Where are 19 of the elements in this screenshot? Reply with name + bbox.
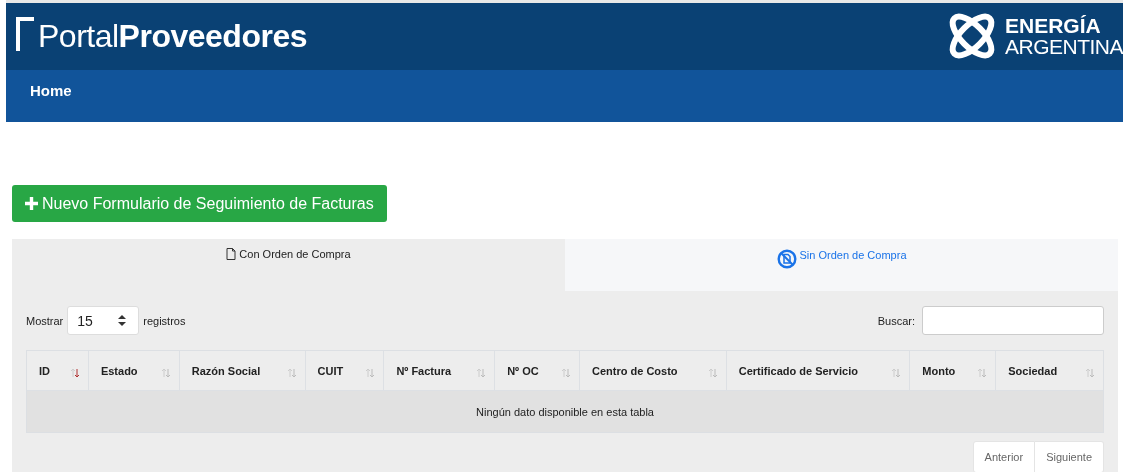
portal-logo[interactable]: PortalProveedores — [38, 18, 307, 55]
partner-name: ENERGÍA — [1005, 14, 1102, 36]
page-size-select[interactable]: 15 — [67, 306, 140, 335]
nav-link[interactable]: Home — [30, 82, 72, 99]
bracket-icon — [16, 16, 36, 53]
partner-name: ARGENTINA — [1005, 35, 1123, 57]
tab[interactable]: Con Orden de Compra — [12, 239, 565, 291]
next-page-button[interactable]: Siguiente — [1035, 441, 1104, 472]
search-field[interactable] — [922, 306, 1104, 335]
spinner-caret-icon — [118, 315, 127, 326]
show-label: Mostrar — [26, 314, 64, 327]
document-icon — [226, 248, 237, 260]
previous-page-button[interactable]: Anterior — [972, 441, 1036, 472]
tab[interactable]: Sin Orden de Compra — [565, 239, 1118, 291]
prohibited-document-icon — [776, 249, 797, 269]
plus-icon — [25, 197, 38, 210]
search-label: Buscar: — [877, 314, 915, 327]
records-label: registros — [143, 314, 186, 327]
empty-table-message: Ningún dato disponible en esta tabla — [27, 391, 1103, 432]
